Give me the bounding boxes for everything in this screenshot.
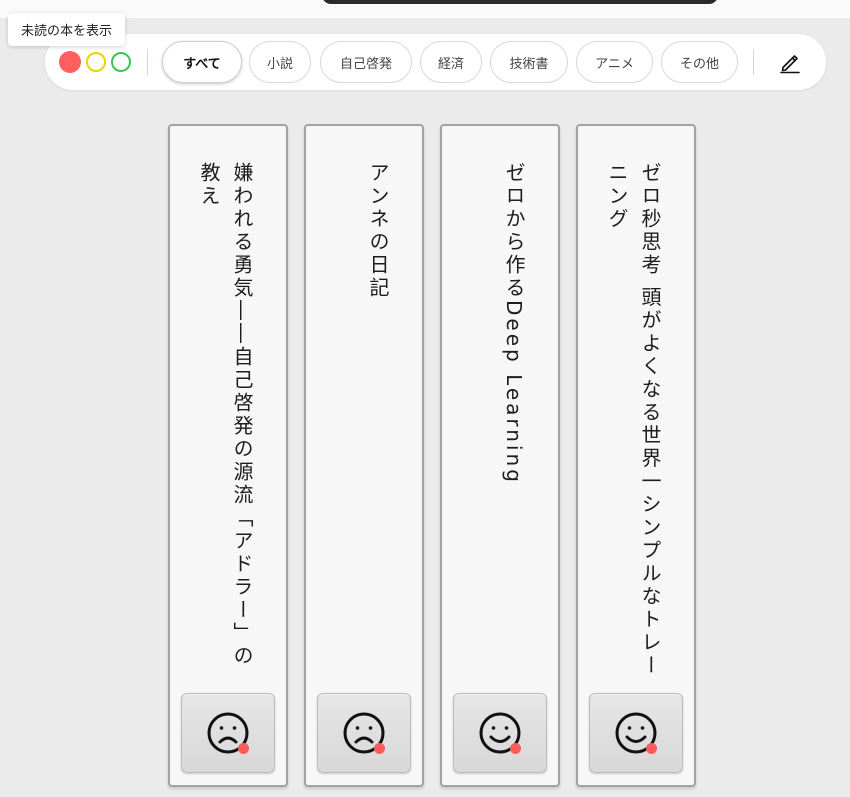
tooltip: 未読の本を表示 (8, 13, 126, 46)
top-handle-bar (322, 0, 718, 4)
book-title: ゼロ秒思考 頭がよくなる世界一シンプルなトレーニング (605, 162, 662, 678)
unread-dot (510, 743, 521, 754)
tab-technical[interactable]: 技術書 (490, 41, 568, 83)
unread-dot (374, 743, 385, 754)
mood-button[interactable] (589, 693, 683, 773)
edit-button[interactable] (776, 48, 804, 76)
book-title: アンネの日記 (366, 162, 390, 300)
tab-novel[interactable]: 小説 (249, 41, 311, 83)
minimize-dot-icon[interactable] (86, 52, 106, 72)
maximize-dot-icon[interactable] (111, 52, 131, 72)
book-card[interactable]: ゼロ秒思考 頭がよくなる世界一シンプルなトレーニング (576, 124, 696, 787)
unread-dot (646, 743, 657, 754)
book-title: 嫌われる勇気――自己啓発の源流「アドラー」の教え (197, 162, 254, 668)
close-dot-icon[interactable] (59, 51, 81, 73)
pencil-icon (780, 55, 800, 74)
mood-button[interactable] (181, 693, 275, 773)
book-card[interactable]: アンネの日記 (304, 124, 424, 787)
book-title: ゼロから作るDeep Learning (502, 162, 526, 485)
tab-other[interactable]: その他 (661, 41, 738, 83)
tab-self-help[interactable]: 自己啓発 (320, 41, 412, 83)
mood-button[interactable] (453, 693, 547, 773)
tab-economics[interactable]: 経済 (420, 41, 482, 83)
toolbar: すべて 小説 自己啓発 経済 技術書 アニメ その他 (45, 34, 826, 90)
divider (753, 49, 754, 75)
mood-button[interactable] (317, 693, 411, 773)
book-card[interactable]: ゼロから作るDeep Learning (440, 124, 560, 787)
tab-all[interactable]: すべて (162, 41, 242, 83)
unread-dot (238, 743, 249, 754)
divider (147, 49, 148, 75)
tab-anime[interactable]: アニメ (576, 41, 653, 83)
book-card[interactable]: 嫌われる勇気――自己啓発の源流「アドラー」の教え (168, 124, 288, 787)
